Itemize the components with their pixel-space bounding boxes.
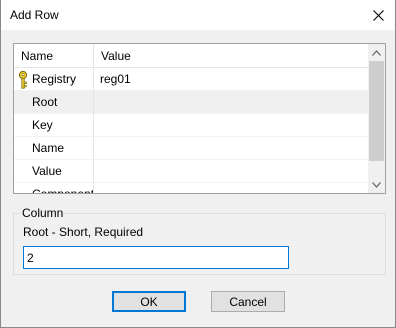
column-group-label: Column <box>20 206 66 220</box>
property-grid[interactable]: Name Value Registry reg01 Root Key Name … <box>13 43 386 194</box>
grid-row-root[interactable]: Root <box>14 91 368 114</box>
column-value-input[interactable] <box>23 246 289 269</box>
scrollbar-thumb[interactable] <box>369 61 384 161</box>
grid-cell-name: Value <box>14 160 94 183</box>
scroll-up-button[interactable] <box>368 44 385 61</box>
dialog-title: Add Row <box>10 8 59 22</box>
grid-cell-name: Component <box>14 183 94 193</box>
grid-cell-value[interactable] <box>94 183 368 193</box>
add-row-dialog: Add Row Name Value Registry reg01 Root K… <box>0 0 396 328</box>
grid-cell-value[interactable] <box>94 160 368 183</box>
scroll-down-button[interactable] <box>368 176 385 193</box>
grid-row-value[interactable]: Value <box>14 160 368 183</box>
grid-rows: Registry reg01 Root Key Name Value Compo… <box>14 68 368 193</box>
grid-cell-name: Key <box>14 114 94 137</box>
close-icon <box>372 9 384 21</box>
grid-cell-name: Registry <box>14 68 94 91</box>
title-bar[interactable]: Add Row <box>1 0 395 30</box>
chevron-down-icon <box>372 181 381 188</box>
grid-row-registry[interactable]: Registry reg01 <box>14 68 368 91</box>
ok-button[interactable]: OK <box>112 291 186 312</box>
column-header-name[interactable]: Name <box>14 44 94 68</box>
grid-row-component[interactable]: Component <box>14 183 368 193</box>
grid-cell-name: Root <box>14 91 94 114</box>
grid-header: Name Value <box>14 44 368 68</box>
vertical-scrollbar[interactable] <box>368 44 385 193</box>
grid-cell-value[interactable] <box>94 91 368 114</box>
grid-cell-name: Name <box>14 137 94 160</box>
grid-row-key[interactable]: Key <box>14 114 368 137</box>
column-description: Root - Short, Required <box>23 225 144 239</box>
chevron-up-icon <box>372 49 381 56</box>
cancel-button[interactable]: Cancel <box>211 291 285 312</box>
grid-row-name[interactable]: Name <box>14 137 368 160</box>
grid-cell-value[interactable] <box>94 114 368 137</box>
close-button[interactable] <box>361 0 395 30</box>
column-header-value[interactable]: Value <box>94 44 368 68</box>
grid-cell-value[interactable] <box>94 137 368 160</box>
grid-cell-value[interactable]: reg01 <box>94 68 368 91</box>
